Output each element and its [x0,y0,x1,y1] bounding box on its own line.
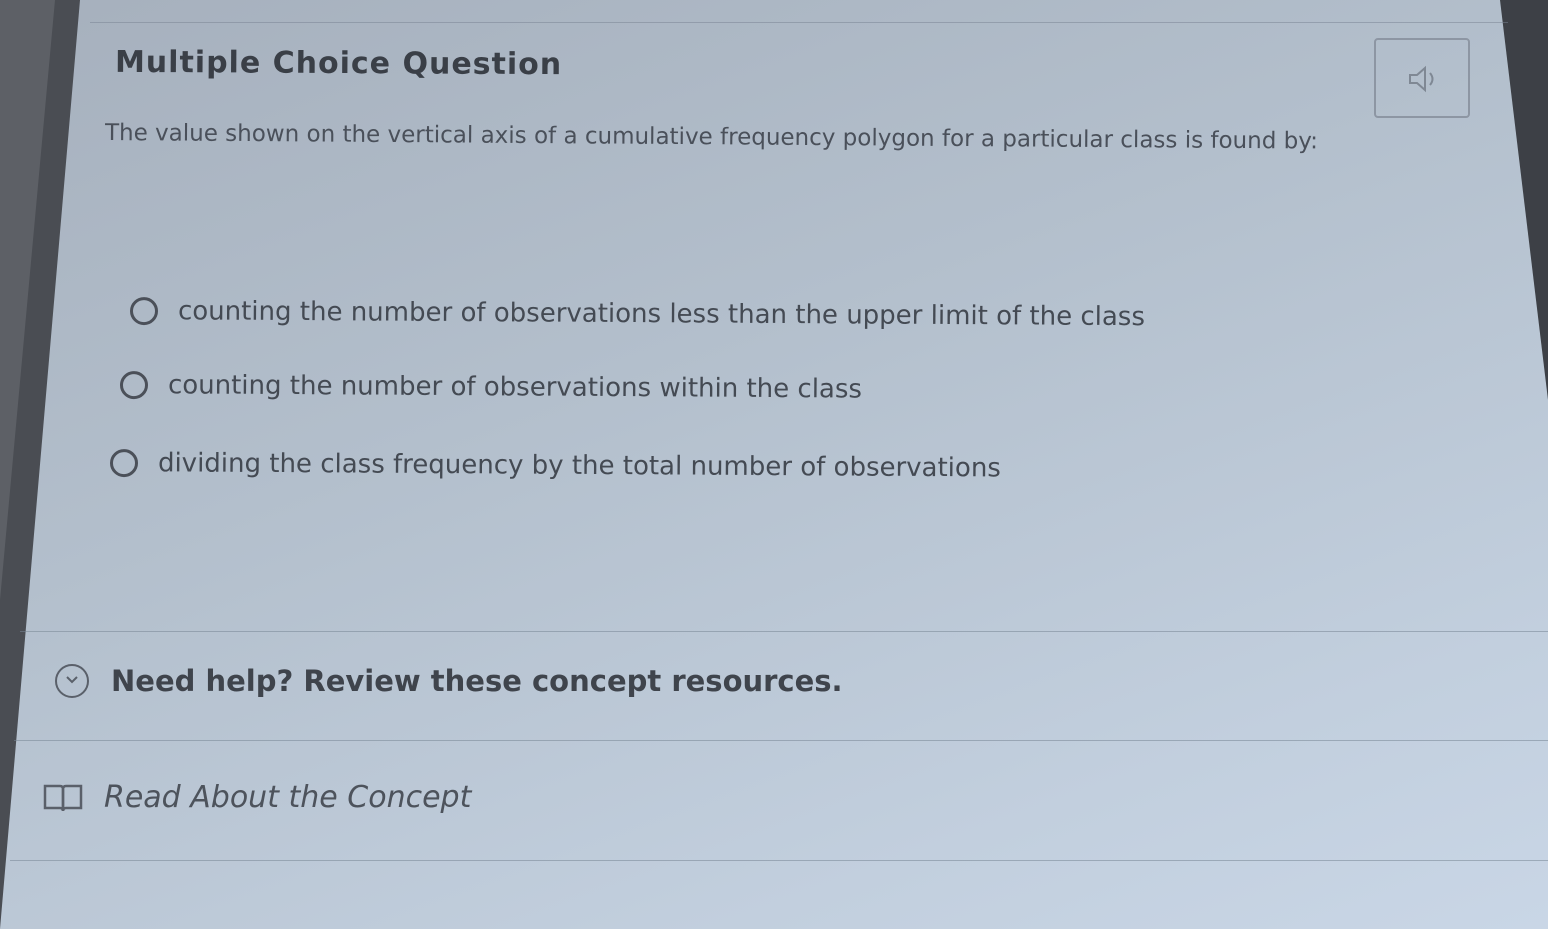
book-icon [43,784,83,811]
answer-option-label: counting the number of observations less… [177,296,1146,333]
concept-resources-toggle[interactable]: Need help? Review these concept resource… [55,664,843,698]
read-about-concept-link[interactable]: Read About the Concept [42,780,471,815]
answer-option-label: counting the number of observations with… [167,370,863,405]
answer-option-label: dividing the class frequency by the tota… [157,448,1001,484]
chevron-down-icon [55,664,89,698]
device-bezel-right [1500,0,1548,400]
read-about-concept-label: Read About the Concept [104,780,472,815]
question-title: Multiple Choice Question [114,44,563,83]
concept-resources-label: Need help? Review these concept resource… [111,664,843,698]
device-bezel-left-inner [0,0,55,600]
answer-option[interactable]: dividing the class frequency by the tota… [109,448,1001,484]
section-divider [20,631,1548,632]
top-divider [90,22,1508,23]
radio-button[interactable] [109,449,139,478]
radio-button[interactable] [129,297,159,326]
section-divider [14,740,1548,741]
speaker-icon [1409,65,1434,93]
answer-option[interactable]: counting the number of observations less… [129,296,1146,333]
read-aloud-button[interactable] [1374,38,1470,118]
radio-button[interactable] [119,371,149,400]
answer-option[interactable]: counting the number of observations with… [119,370,863,405]
section-divider [10,860,1548,861]
